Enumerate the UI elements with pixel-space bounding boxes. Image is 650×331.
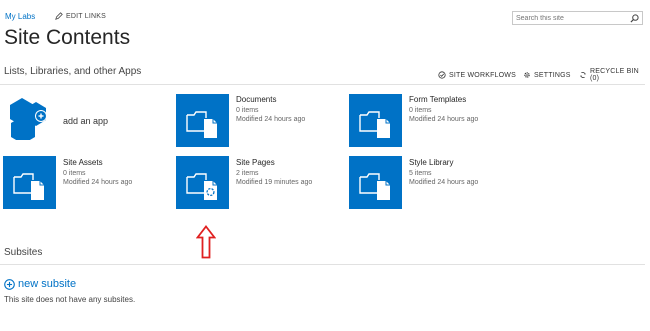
app-tile-documents[interactable]	[176, 94, 229, 147]
app-items-documents: 0 items	[236, 107, 259, 114]
app-tile-site-assets[interactable]	[3, 156, 56, 209]
app-modified-form-templates: Modified 24 hours ago	[409, 116, 479, 123]
folder-document-icon	[13, 173, 44, 200]
app-title-form-templates[interactable]: Form Templates	[409, 95, 466, 104]
settings-button[interactable]: SETTINGS	[523, 69, 571, 81]
search-input[interactable]	[513, 14, 626, 22]
app-tile-form-templates[interactable]	[349, 94, 402, 147]
subsites-divider	[0, 264, 645, 265]
site-workflows-button[interactable]: SITE WORKFLOWS	[438, 69, 516, 81]
breadcrumb-my-labs[interactable]: My Labs	[5, 12, 35, 21]
app-items-form-templates: 0 items	[409, 107, 432, 114]
folder-document-icon	[186, 111, 217, 138]
section-title-lists: Lists, Libraries, and other Apps	[4, 66, 142, 77]
app-items-style-library: 5 items	[409, 170, 432, 177]
red-up-arrow-icon	[196, 225, 216, 259]
section-title-subsites: Subsites	[4, 247, 43, 258]
section-divider	[0, 84, 645, 85]
recycle-bin-label: RECYCLE BIN (0)	[589, 68, 639, 82]
app-tile-style-library[interactable]	[349, 156, 402, 209]
app-items-site-pages: 2 items	[236, 170, 259, 177]
workflow-icon	[438, 71, 446, 79]
edit-links-button[interactable]: EDIT LINKS	[55, 12, 106, 20]
no-subsites-message: This site does not have any subsites.	[4, 295, 136, 304]
folder-document-icon	[359, 173, 390, 200]
add-app-icon[interactable]	[8, 98, 56, 140]
app-modified-site-pages: Modified 19 minutes ago	[236, 179, 313, 186]
recycle-icon	[580, 72, 586, 78]
app-modified-style-library: Modified 24 hours ago	[409, 179, 479, 186]
app-items-site-assets: 0 items	[63, 170, 86, 177]
recycle-bin-button[interactable]: RECYCLE BIN (0)	[579, 68, 650, 82]
folder-page-icon	[186, 173, 217, 200]
new-subsite-label: new subsite	[18, 278, 77, 290]
edit-links-label: EDIT LINKS	[66, 12, 106, 20]
page-title: Site Contents	[4, 26, 131, 49]
gear-icon	[524, 72, 530, 78]
search-box[interactable]	[512, 11, 643, 25]
app-modified-documents: Modified 24 hours ago	[236, 116, 306, 123]
settings-label: SETTINGS	[534, 71, 571, 79]
pencil-icon	[55, 12, 63, 20]
folder-document-icon	[359, 111, 390, 138]
app-modified-site-assets: Modified 24 hours ago	[63, 179, 133, 186]
app-title-site-pages[interactable]: Site Pages	[236, 158, 275, 167]
app-title-style-library[interactable]: Style Library	[409, 158, 453, 167]
new-subsite-button[interactable]: new subsite	[4, 278, 76, 290]
search-icon[interactable]	[630, 14, 639, 23]
app-tile-site-pages[interactable]	[176, 156, 229, 209]
app-title-documents[interactable]: Documents	[236, 95, 276, 104]
add-app-label[interactable]: add an app	[63, 116, 108, 126]
site-workflows-label: SITE WORKFLOWS	[449, 71, 516, 79]
app-title-site-assets[interactable]: Site Assets	[63, 158, 103, 167]
plus-circle-icon	[4, 278, 15, 290]
